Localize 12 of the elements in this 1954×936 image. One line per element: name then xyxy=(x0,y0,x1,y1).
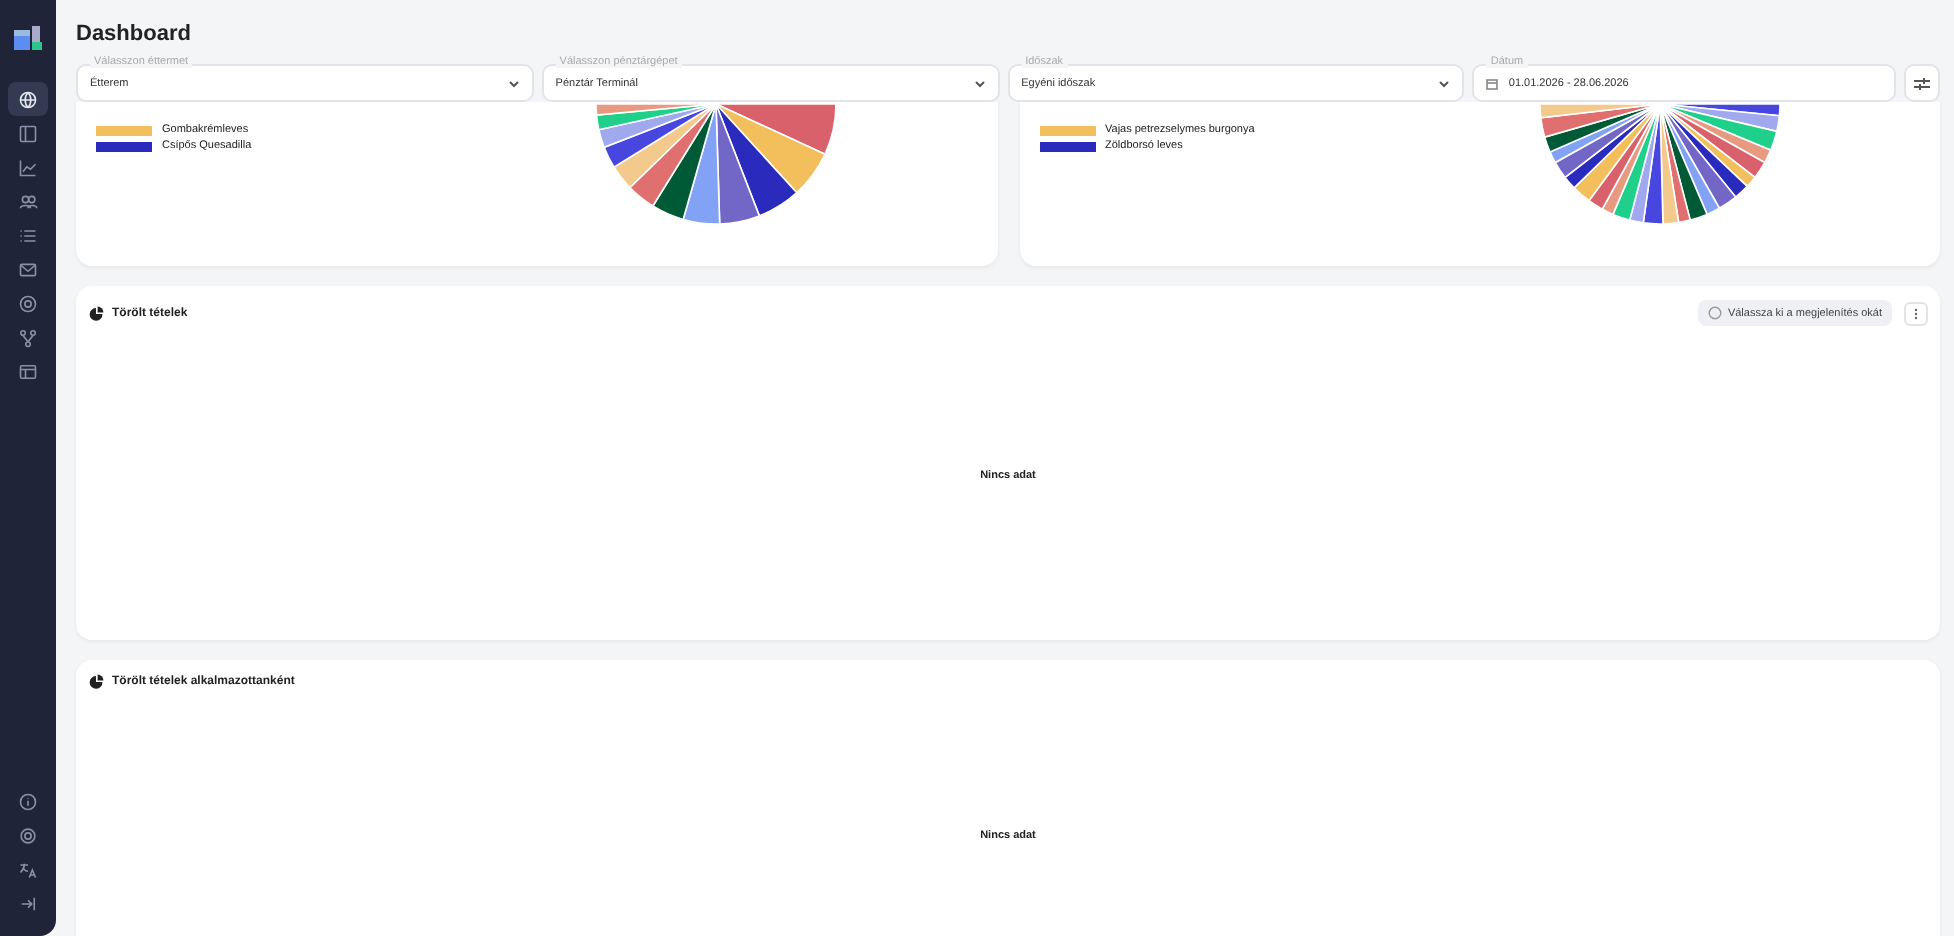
chevron-down-icon xyxy=(1438,79,1451,87)
chevron-down-icon xyxy=(507,79,520,87)
chevron-down-icon xyxy=(973,79,986,87)
pie-icon xyxy=(88,674,104,690)
sliders-icon xyxy=(1914,77,1930,89)
calendar-icon xyxy=(1486,77,1499,89)
globe-icon[interactable] xyxy=(8,82,48,116)
filter-settings-button[interactable] xyxy=(1904,64,1940,102)
logo-icon xyxy=(14,26,42,50)
pie-icon xyxy=(88,305,104,321)
page-title: Dashboard xyxy=(76,22,193,46)
info-icon xyxy=(1707,306,1722,320)
